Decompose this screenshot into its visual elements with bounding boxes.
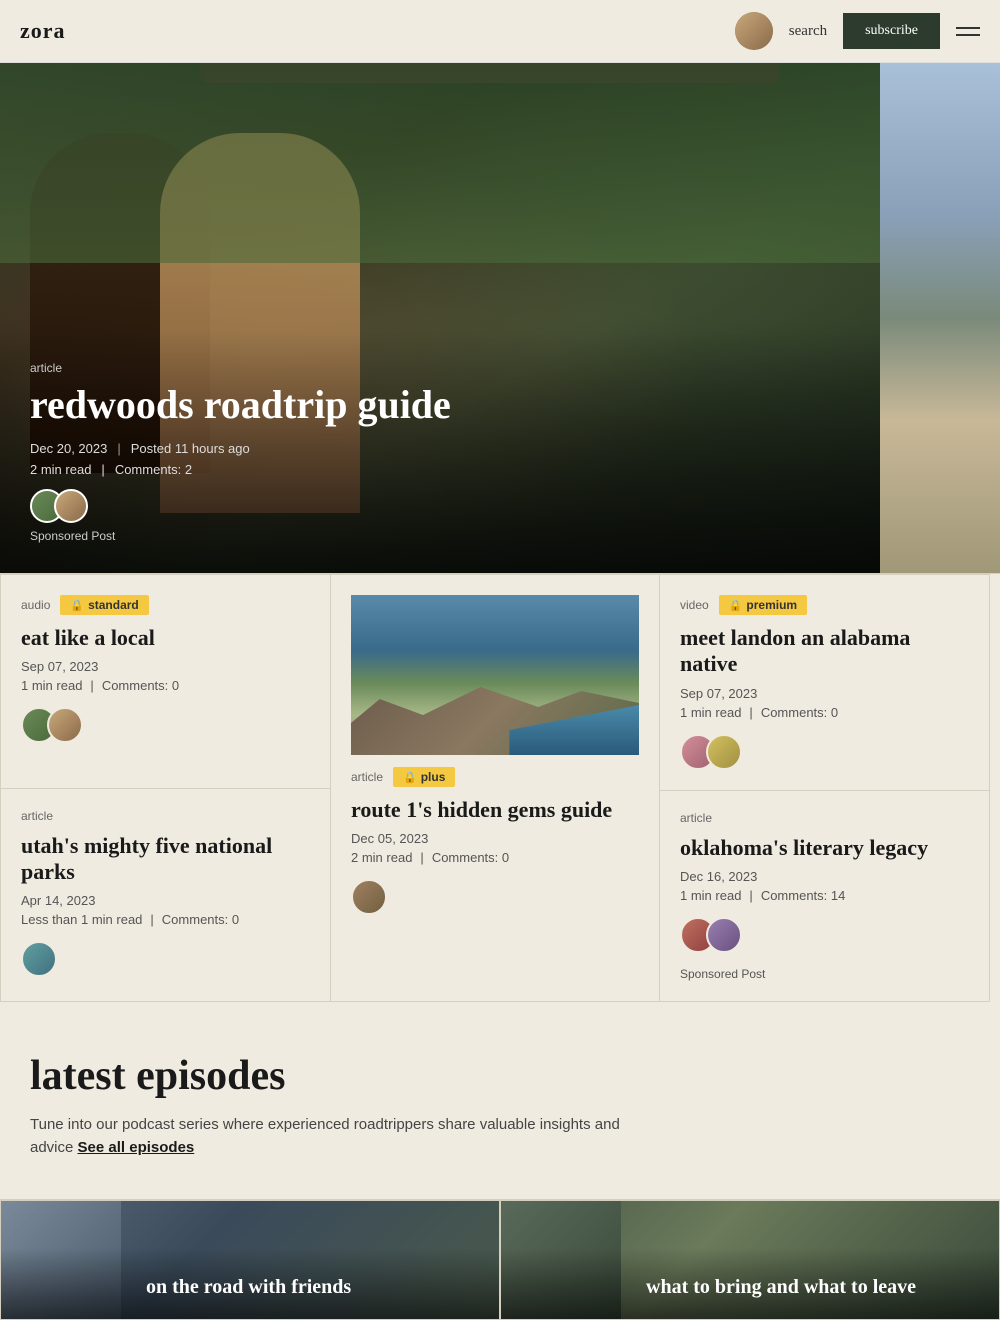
card-title-5: oklahoma's literary legacy (680, 835, 969, 861)
card-avatars-1 (21, 707, 310, 743)
card-meta-1: 1 min read | Comments: 0 (21, 678, 310, 693)
card-utah[interactable]: article utah's mighty five national park… (0, 789, 330, 1003)
grid-col-1: audio 🔒 standard eat like a local Sep 07… (0, 574, 330, 1002)
card-title-1: eat like a local (21, 625, 310, 651)
hero-side-image (880, 63, 1000, 573)
episodes-section: latest episodes Tune into our podcast se… (0, 1002, 1000, 1199)
lock-icon: 🔒 (70, 599, 84, 612)
hero-main-card[interactable]: article redwoods roadtrip guide Dec 20, … (0, 63, 880, 573)
hero-section: article redwoods roadtrip guide Dec 20, … (0, 63, 1000, 573)
card-avatars-5 (680, 917, 969, 953)
card-date-2: Dec 05, 2023 (351, 831, 639, 846)
bottom-card-content-1: on the road with friends (146, 1276, 351, 1299)
hero-comments: Comments: 2 (115, 462, 192, 477)
hero-avatar-2 (54, 489, 88, 523)
avatar-image (735, 12, 773, 50)
bottom-episodes-grid: on the road with friends what to bring a… (0, 1199, 1000, 1320)
bottom-card-content-2: what to bring and what to leave (646, 1276, 916, 1299)
card-image-route1 (351, 595, 639, 755)
card-top-4: article (21, 809, 310, 823)
card-meta-4: Less than 1 min read | Comments: 0 (21, 912, 310, 927)
card-avatar-3b (706, 734, 742, 770)
card-oklahoma[interactable]: article oklahoma's literary legacy Dec 1… (660, 791, 990, 1002)
card-read-1: 1 min read (21, 678, 82, 693)
card-meta-5: 1 min read | Comments: 14 (680, 888, 969, 903)
menu-button[interactable] (956, 27, 980, 36)
badge-premium: 🔒 premium (719, 595, 807, 615)
card-read-5: 1 min read (680, 888, 741, 903)
hero-read-meta: 2 min read | Comments: 2 (30, 462, 850, 477)
lock-icon-3: 🔒 (729, 599, 743, 612)
bottom-card-title-2: what to bring and what to leave (646, 1276, 916, 1299)
card-landon[interactable]: video 🔒 premium meet landon an alabama n… (660, 574, 990, 791)
card-top-1: audio 🔒 standard (21, 595, 310, 615)
card-type-5: article (680, 811, 712, 825)
card-date-5: Dec 16, 2023 (680, 869, 969, 884)
episodes-description: Tune into our podcast series where exper… (30, 1114, 650, 1159)
card-comments-1: Comments: 0 (102, 678, 179, 693)
bottom-card-friends[interactable]: on the road with friends (0, 1200, 500, 1320)
menu-line-2 (956, 34, 980, 36)
menu-line-1 (956, 27, 980, 29)
hero-tag: article (30, 361, 850, 375)
subscribe-button[interactable]: subscribe (843, 13, 940, 49)
grid-col-3: video 🔒 premium meet landon an alabama n… (660, 574, 990, 1002)
badge-standard: 🔒 standard (60, 595, 148, 615)
grid-col-2: article 🔒 plus route 1's hidden gems gui… (330, 574, 660, 1002)
hero-posted: Posted 11 hours ago (131, 441, 250, 456)
hero-title: redwoods roadtrip guide (30, 383, 850, 427)
card-top-5: article (680, 811, 969, 825)
see-all-episodes-link[interactable]: See all episodes (78, 1139, 195, 1156)
card-comments-4: Comments: 0 (162, 912, 239, 927)
search-button[interactable]: search (789, 23, 827, 40)
hero-sponsored: Sponsored Post (30, 529, 850, 543)
card-route1[interactable]: article 🔒 plus route 1's hidden gems gui… (330, 574, 660, 1002)
card-title-2: route 1's hidden gems guide (351, 797, 639, 823)
card-comments-5: Comments: 14 (761, 888, 846, 903)
card-type-3: video (680, 598, 709, 612)
hero-date-meta: Dec 20, 2023 | Posted 11 hours ago (30, 441, 850, 456)
episodes-title: latest episodes (30, 1052, 970, 1100)
card-eat-like-local[interactable]: audio 🔒 standard eat like a local Sep 07… (0, 574, 330, 789)
card-top-3: video 🔒 premium (680, 595, 969, 615)
bottom-card-title-1: on the road with friends (146, 1276, 351, 1299)
bottom-card-packing[interactable]: what to bring and what to leave (500, 1200, 1000, 1320)
hero-date: Dec 20, 2023 (30, 441, 107, 456)
card-read-4: Less than 1 min read (21, 912, 142, 927)
card-type-4: article (21, 809, 53, 823)
card-avatar-4a (21, 941, 57, 977)
hero-read-time: 2 min read (30, 462, 91, 477)
card-sponsored-5: Sponsored Post (680, 967, 969, 981)
card-date-3: Sep 07, 2023 (680, 686, 969, 701)
card-read-2: 2 min read (351, 850, 412, 865)
card-type-2: article (351, 770, 383, 784)
card-avatars-4 (21, 941, 310, 977)
cards-grid: audio 🔒 standard eat like a local Sep 07… (0, 573, 1000, 1002)
badge-plus: 🔒 plus (393, 767, 455, 787)
card-avatar-2a (351, 879, 387, 915)
card-date-4: Apr 14, 2023 (21, 893, 310, 908)
card-top-2: article 🔒 plus (351, 767, 639, 787)
card-avatar-5b (706, 917, 742, 953)
card-read-3: 1 min read (680, 705, 741, 720)
logo[interactable]: zora (20, 18, 66, 44)
card-meta-3: 1 min read | Comments: 0 (680, 705, 969, 720)
hero-side-bg (880, 63, 1000, 573)
card-meta-2: 2 min read | Comments: 0 (351, 850, 639, 865)
card-title-3: meet landon an alabama native (680, 625, 969, 678)
hero-avatars (30, 489, 850, 523)
header-right: search subscribe (735, 12, 980, 50)
card-avatar-1b (47, 707, 83, 743)
lock-icon-2: 🔒 (403, 771, 417, 784)
card-type-1: audio (21, 598, 50, 612)
card-comments-2: Comments: 0 (432, 850, 509, 865)
card-avatars-3 (680, 734, 969, 770)
card-avatars-2 (351, 879, 639, 915)
avatar[interactable] (735, 12, 773, 50)
header: zora search subscribe (0, 0, 1000, 63)
card-comments-3: Comments: 0 (761, 705, 838, 720)
card-title-4: utah's mighty five national parks (21, 833, 310, 886)
hero-overlay: article redwoods roadtrip guide Dec 20, … (0, 331, 880, 573)
card-date-1: Sep 07, 2023 (21, 659, 310, 674)
